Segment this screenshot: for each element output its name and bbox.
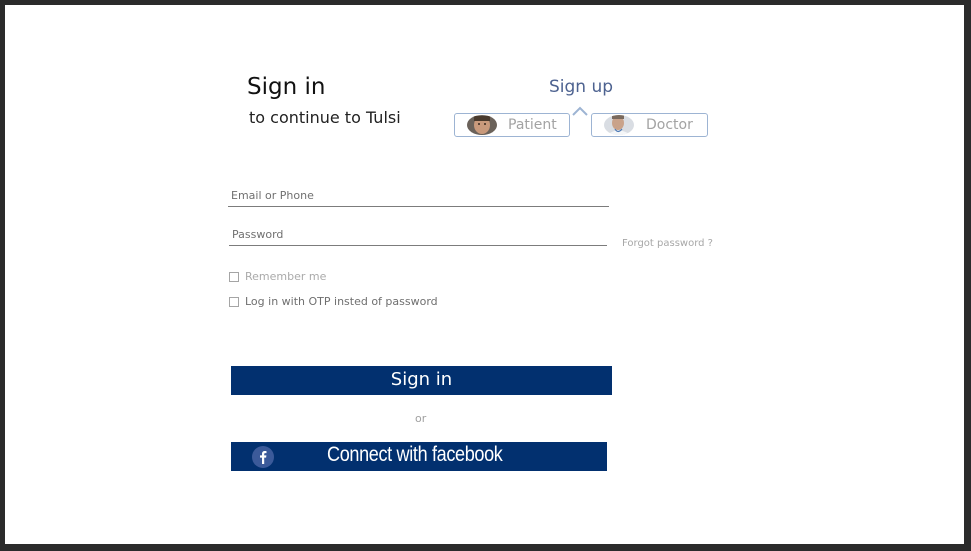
signin-button[interactable]: Sign in — [231, 366, 612, 395]
caret-up-icon — [572, 106, 588, 116]
remember-me-checkbox[interactable] — [229, 272, 239, 282]
password-field[interactable]: Password — [229, 227, 607, 246]
page-title: Sign in — [247, 74, 326, 100]
forgot-password-link[interactable]: Forgot password ? — [622, 238, 713, 249]
email-placeholder: Email or Phone — [231, 189, 314, 202]
patient-avatar-icon — [467, 115, 497, 135]
signup-doctor-label: Doctor — [646, 117, 693, 133]
page-subtitle: to continue to Tulsi — [249, 108, 401, 127]
or-separator: or — [415, 412, 427, 425]
otp-login-label: Log in with OTP insted of password — [245, 295, 438, 308]
signup-heading: Sign up — [549, 77, 614, 97]
signin-page: Sign in to continue to Tulsi Sign up Pat… — [5, 5, 964, 544]
doctor-avatar-icon — [604, 115, 634, 135]
signup-doctor-button[interactable]: Doctor — [591, 113, 708, 137]
email-field[interactable]: Email or Phone — [228, 188, 609, 207]
signup-patient-label: Patient — [508, 117, 557, 133]
otp-login-checkbox[interactable] — [229, 297, 239, 307]
facebook-connect-button[interactable]: Connect with facebook — [231, 442, 607, 471]
facebook-icon — [252, 446, 274, 468]
password-placeholder: Password — [232, 228, 284, 241]
signup-patient-button[interactable]: Patient — [454, 113, 570, 137]
remember-me-label: Remember me — [245, 270, 327, 283]
facebook-connect-label: Connect with facebook — [327, 443, 503, 466]
